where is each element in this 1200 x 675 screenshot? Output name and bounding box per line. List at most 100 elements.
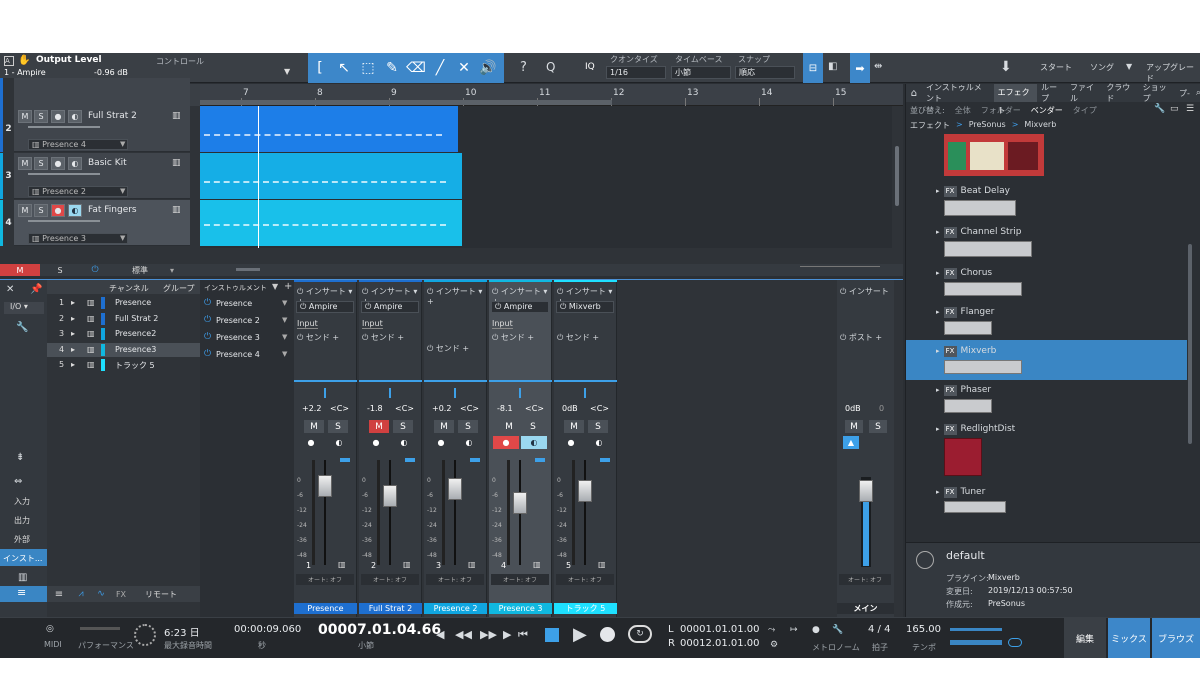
pin-icon[interactable]: 📌 (30, 284, 42, 295)
strip-name[interactable]: Presence 3 (489, 603, 552, 614)
channel-list-row[interactable]: 5 ▸ ▥ トラック 5 (47, 358, 200, 372)
midi-clip[interactable] (200, 200, 462, 246)
channel-visible-icon[interactable]: ▸ (71, 298, 75, 307)
instrument-power-icon[interactable]: ⏻ (204, 315, 211, 325)
channel-visible-icon[interactable]: ▸ (71, 329, 75, 338)
mixer-menu-icon[interactable]: ≡ (0, 586, 47, 602)
browser-wrench-icon[interactable]: 🔧 (1154, 104, 1165, 114)
list-view-icon[interactable]: ≡ (47, 586, 71, 602)
browser-scroll-thumb[interactable] (1188, 244, 1192, 444)
eq-view-icon[interactable]: ⩘ (71, 586, 91, 602)
volume-fader[interactable] (513, 492, 527, 514)
external-button[interactable]: 外部 (14, 534, 30, 545)
instrument-row-dropdown-icon[interactable]: ▼ (282, 350, 287, 358)
pan-indicator[interactable] (324, 388, 326, 398)
pan-indicator[interactable] (389, 388, 391, 398)
effect-item[interactable]: ▸ FX Flanger (906, 301, 1187, 341)
channel-list-row[interactable]: 2 ▸ ▥ Full Strat 2 (47, 312, 200, 326)
send-label[interactable]: ⏻ センド + (557, 332, 599, 343)
sort-option[interactable]: フォルダー (981, 105, 1021, 116)
channel-visible-icon[interactable]: ▸ (71, 314, 75, 323)
effect-item[interactable]: ▸ FX Phaser (906, 379, 1187, 419)
breadcrumb-item[interactable]: Mixverb (1024, 120, 1056, 131)
start-button[interactable]: スタート (1040, 62, 1072, 73)
solo-button[interactable]: S (458, 420, 478, 433)
record-arm-button[interactable]: ● (363, 436, 389, 449)
scroll-thumb[interactable] (895, 146, 899, 206)
midi-clip[interactable] (200, 153, 462, 199)
insert-slot[interactable]: ⏻ Ampire (361, 301, 419, 313)
pan-indicator[interactable] (454, 388, 456, 398)
volume-fader[interactable] (578, 480, 592, 502)
browser-list-icon[interactable]: ☰ (1186, 104, 1194, 114)
instrument-row-dropdown-icon[interactable]: ▼ (282, 299, 287, 307)
automation-mode-button[interactable]: オート: オフ (361, 574, 419, 585)
instrument-preset-select[interactable]: ▥ Presence 3 (28, 233, 128, 244)
strip-name[interactable]: Full Strat 2 (359, 603, 422, 614)
record-icon[interactable] (600, 627, 615, 642)
main-fader[interactable] (859, 480, 873, 502)
browser-window-icon[interactable]: ▭ (1170, 104, 1179, 114)
effect-item[interactable]: ▸ FX RedlightDist (906, 418, 1187, 482)
volume-fader[interactable] (383, 485, 397, 507)
eraser-tool-icon[interactable]: ⌫ (404, 53, 428, 83)
clip-area[interactable] (200, 106, 892, 248)
solo-button[interactable]: S (34, 204, 48, 217)
mute-tool-icon[interactable]: ✕ (452, 53, 476, 83)
expand-arrow-icon[interactable]: ▸ (936, 228, 940, 236)
split-icon[interactable]: ⇹ (874, 61, 882, 72)
mute-button[interactable]: M (434, 420, 454, 433)
insert-slot[interactable]: ⏻ Mixverb (556, 301, 614, 313)
power-icon[interactable]: ⏻ (80, 264, 110, 276)
instrument-row-dropdown-icon[interactable]: ▼ (282, 333, 287, 341)
monitor-toggle[interactable] (1008, 638, 1022, 647)
output-button[interactable]: 出力 (14, 515, 30, 526)
mute-button[interactable]: M (18, 157, 32, 170)
preset-dropdown-icon[interactable]: ▼ (120, 140, 125, 148)
expand-arrow-icon[interactable]: ▸ (936, 488, 940, 496)
paint-tool-icon[interactable]: ╱ (428, 53, 452, 83)
pan-indicator[interactable] (519, 388, 521, 398)
record-arm-button[interactable]: ● (428, 436, 454, 449)
channel-visible-icon[interactable]: ▸ (71, 360, 75, 369)
mute-button[interactable]: M (564, 420, 584, 433)
send-label[interactable]: ⏻ センド + (427, 343, 469, 354)
arrow-tool-icon[interactable]: ↖ (332, 53, 356, 83)
io-button[interactable]: I/O ▾ (4, 302, 44, 314)
expand-icon[interactable]: ⇔ (14, 476, 22, 487)
monitor-button[interactable]: ◐ (586, 436, 612, 449)
send-label[interactable]: ⏻ センド + (362, 332, 404, 343)
hand-icon[interactable]: ✋ (18, 55, 30, 66)
expand-arrow-icon[interactable]: ▸ (936, 269, 940, 277)
browser-scrollbar[interactable] (1187, 164, 1193, 514)
h-scroll-thumb[interactable] (236, 268, 260, 271)
instrument-preset-select[interactable]: ▥ Presence 4 (28, 139, 128, 150)
instrument-button[interactable]: インスト... (0, 549, 47, 566)
vertical-scrollbar[interactable] (892, 106, 903, 248)
download-icon[interactable]: ⬇ (1000, 59, 1012, 75)
effect-item[interactable]: ▸ FX Channel Strip (906, 221, 1187, 263)
browser-tab[interactable]: ループ (1037, 82, 1066, 104)
mute-button[interactable]: M (499, 420, 519, 433)
instrument-power-icon[interactable]: ⏻ (204, 298, 211, 308)
mute-button[interactable]: M (18, 204, 32, 217)
automation-mode-button[interactable]: オート: オフ (491, 574, 549, 585)
monitor-button[interactable]: ◐ (68, 204, 82, 217)
bracket-icon[interactable]: [ (308, 53, 332, 83)
mixer-wrench-icon[interactable]: 🔧 (16, 322, 28, 333)
precount-icon[interactable]: ⤳ (768, 625, 775, 635)
expand-arrow-icon[interactable]: ▸ (936, 425, 940, 433)
send-label[interactable]: ⏻ センド + (492, 332, 534, 343)
play-icon[interactable]: ▶ (573, 624, 587, 645)
browser-tab[interactable]: インストゥルメント (922, 82, 994, 104)
home-icon[interactable]: ⌂ (906, 88, 922, 99)
timebase-select[interactable]: 小節 (671, 66, 731, 79)
insert-slot[interactable]: ⏻ Ampire (296, 301, 354, 313)
control-dropdown-icon[interactable]: ▼ (284, 67, 290, 76)
metronome-dot-icon[interactable]: ● (812, 625, 820, 635)
monitor-button[interactable]: ◐ (521, 436, 547, 449)
zoom-slider[interactable] (800, 266, 880, 274)
instrument-row[interactable]: ⏻ Presence 2 ▼ (200, 313, 294, 328)
browser-tab[interactable]: エフェクト (993, 84, 1038, 115)
effect-item[interactable]: ▸ FX Mixverb (906, 340, 1187, 380)
